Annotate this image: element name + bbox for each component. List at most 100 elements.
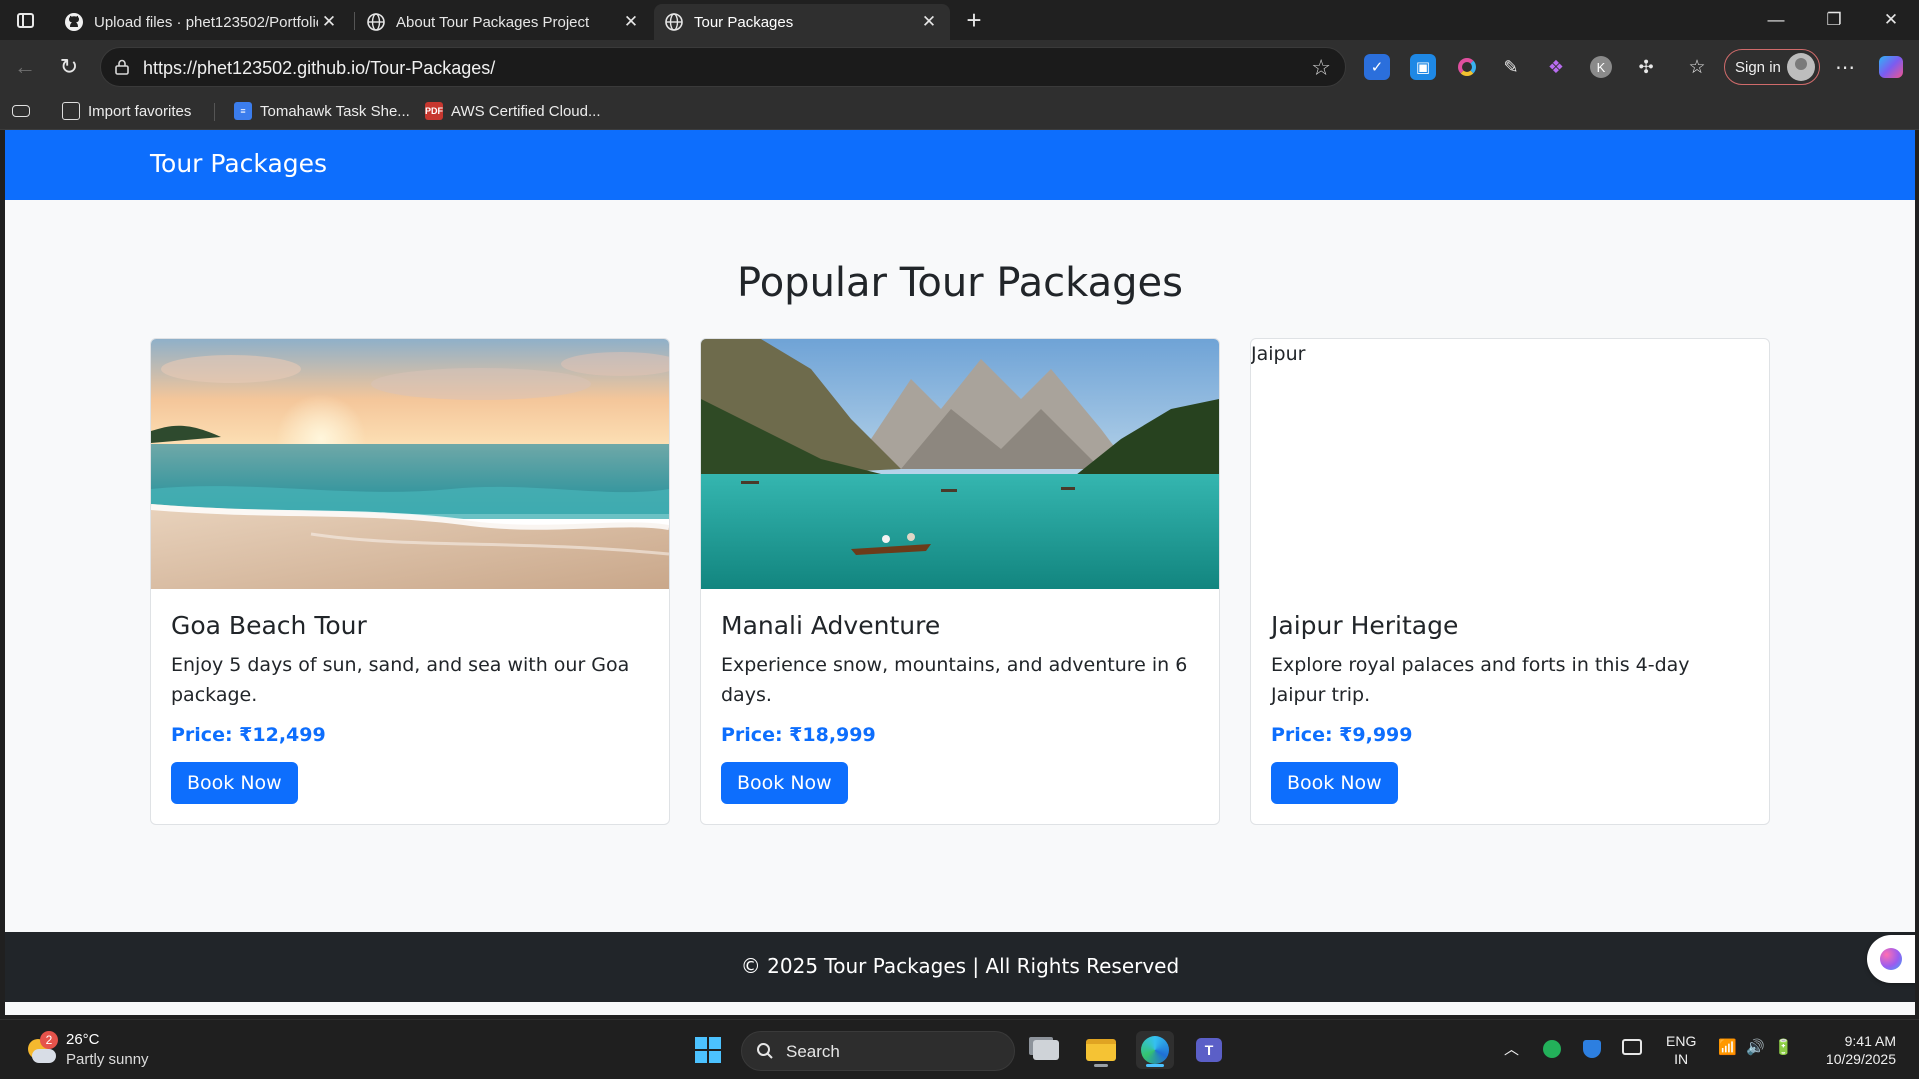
import-icon — [62, 102, 80, 120]
shopping-extension-icon[interactable]: ▣ — [1410, 54, 1436, 80]
favorites-separator — [214, 103, 215, 121]
book-now-button[interactable]: Book Now — [1271, 762, 1398, 804]
page-title: Popular Tour Packages — [737, 260, 1183, 306]
battery-icon[interactable]: 🔋 — [1774, 1038, 1793, 1056]
page-viewport: Tour Packages Popular Tour Packages Goa … — [5, 130, 1915, 1015]
image-alt-text: Jaipur — [1251, 343, 1306, 365]
copilot-sidebar-icon[interactable] — [1867, 935, 1915, 983]
broken-image: Jaipur — [1251, 339, 1769, 589]
favorite-label: Import favorites — [88, 102, 192, 120]
beach-sunset-image — [151, 339, 669, 589]
site-brand-link[interactable]: Tour Packages — [150, 149, 327, 178]
volume-icon[interactable]: 🔊 — [1746, 1038, 1765, 1056]
todo-extension-icon[interactable]: ✓ — [1364, 54, 1390, 80]
start-windows-icon[interactable] — [689, 1031, 727, 1069]
file-explorer-icon[interactable] — [1082, 1031, 1120, 1069]
new-tab-button[interactable]: + — [958, 5, 990, 35]
refresh-icon[interactable]: ↻ — [54, 52, 84, 82]
card-title: Jaipur Heritage — [1271, 611, 1459, 640]
card-description: Experience snow, mountains, and adventur… — [721, 654, 1188, 706]
mountain-lake-image — [701, 339, 1219, 589]
favorites-bar: Import favorites ≡ Tomahawk Task She... … — [0, 92, 1919, 130]
system-clock[interactable]: 9:41 AM 10/29/2025 — [1814, 1032, 1896, 1068]
language-code: ENG — [1666, 1033, 1697, 1049]
weather-widget[interactable]: 2 26°C Partly sunny — [26, 1030, 149, 1070]
card-description: Explore royal palaces and forts in this … — [1271, 654, 1690, 706]
wifi-icon[interactable]: 📶 — [1718, 1038, 1737, 1056]
edge-browser-icon[interactable] — [1136, 1031, 1174, 1069]
globe-icon — [665, 13, 683, 31]
book-now-button[interactable]: Book Now — [721, 762, 848, 804]
footer-copyright: © 2025 Tour Packages | All Rights Reserv… — [740, 954, 1180, 978]
github-icon — [65, 13, 83, 31]
globe-icon — [367, 13, 385, 31]
docs-icon: ≡ — [234, 102, 252, 120]
eyedropper-extension-icon[interactable]: ✎ — [1498, 54, 1524, 80]
card-price: Price: ₹12,499 — [171, 724, 326, 746]
clock-date: 10/29/2025 — [1825, 1051, 1896, 1067]
url-text: https://phet123502.github.io/Tour-Packag… — [143, 58, 496, 78]
extensions-puzzle-icon[interactable]: ✣ — [1633, 54, 1659, 80]
sign-in-label: Sign in — [1735, 58, 1781, 76]
language-indicator[interactable]: ENG IN — [1666, 1032, 1696, 1068]
tab-upload-files[interactable]: Upload files · phet123502/Portfolio ✕ — [54, 4, 350, 40]
avatar — [1787, 53, 1815, 81]
tour-card-jaipur: Jaipur Jaipur Heritage Explore royal pal… — [1250, 338, 1770, 825]
profile-k-extension-icon[interactable]: K — [1588, 54, 1614, 80]
weather-condition: Partly sunny — [66, 1051, 149, 1068]
weather-badge: 2 — [40, 1031, 58, 1049]
language-region: IN — [1674, 1051, 1689, 1067]
tab-title: Tour Packages — [694, 13, 794, 31]
defender-shield-icon[interactable] — [1583, 1040, 1601, 1058]
browser-toolbar: ← ↻ https://phet123502.github.io/Tour-Pa… — [0, 40, 1919, 92]
favorite-tomahawk[interactable]: ≡ Tomahawk Task She... — [234, 99, 410, 123]
close-tab-icon[interactable]: ✕ — [620, 11, 642, 33]
tab-separator — [354, 12, 355, 30]
green-app-tray-icon[interactable] — [1543, 1040, 1561, 1058]
address-bar[interactable]: https://phet123502.github.io/Tour-Packag… — [100, 47, 1346, 87]
close-tab-icon[interactable]: ✕ — [918, 11, 940, 33]
tab-about-project[interactable]: About Tour Packages Project ✕ — [356, 4, 652, 40]
more-options-icon[interactable]: ⋯ — [1832, 54, 1858, 80]
site-navbar: Tour Packages — [5, 130, 1915, 200]
site-info-icon[interactable] — [113, 58, 131, 76]
task-view-icon[interactable] — [1027, 1031, 1065, 1069]
weather-temp: 26°C — [66, 1031, 100, 1048]
favorite-label: AWS Certified Cloud... — [451, 102, 601, 120]
pdf-icon: PDF — [425, 102, 443, 120]
card-title: Goa Beach Tour — [171, 611, 367, 640]
tablet-mode-icon[interactable] — [1622, 1039, 1642, 1055]
teams-icon[interactable]: T — [1190, 1031, 1228, 1069]
favorite-aws[interactable]: PDF AWS Certified Cloud... — [425, 99, 601, 123]
running-indicator — [1094, 1064, 1108, 1067]
card-title: Manali Adventure — [721, 611, 941, 640]
partly-sunny-icon: 2 — [26, 1031, 58, 1065]
tour-card-goa: Goa Beach Tour Enjoy 5 days of sun, sand… — [150, 338, 670, 825]
tab-actions-icon[interactable] — [12, 9, 38, 31]
book-now-button[interactable]: Book Now — [171, 762, 298, 804]
windows-taskbar: 2 26°C Partly sunny Search T ︿ ENG IN 📶 … — [0, 1019, 1919, 1079]
tab-title: About Tour Packages Project — [396, 13, 590, 31]
site-footer: © 2025 Tour Packages | All Rights Reserv… — [5, 932, 1915, 1002]
show-hidden-icons-chevron-icon[interactable]: ︿ — [1504, 1038, 1519, 1059]
favorite-star-icon[interactable]: ☆ — [1311, 55, 1331, 81]
taskbar-search-box[interactable]: Search — [741, 1031, 1015, 1071]
card-price: Price: ₹9,999 — [1271, 724, 1413, 746]
close-window-icon[interactable]: ✕ — [1863, 6, 1919, 34]
favorite-import[interactable]: Import favorites — [62, 99, 191, 123]
sign-in-button[interactable]: Sign in — [1724, 49, 1820, 85]
favorites-menu-icon[interactable] — [12, 99, 30, 123]
favorites-icon[interactable]: ☆ — [1684, 54, 1710, 80]
card-description: Enjoy 5 days of sun, sand, and sea with … — [171, 654, 630, 706]
tab-tour-packages[interactable]: Tour Packages ✕ — [654, 4, 950, 40]
browser-tab-bar: Upload files · phet123502/Portfolio ✕ Ab… — [0, 0, 1919, 40]
copilot-extension-icon[interactable]: ❖ — [1543, 54, 1569, 80]
restore-icon[interactable]: ❐ — [1806, 6, 1862, 34]
minimize-icon[interactable]: — — [1748, 6, 1804, 34]
search-icon — [757, 1043, 773, 1059]
color-extension-icon[interactable] — [1454, 54, 1480, 80]
back-arrow-icon[interactable]: ← — [10, 52, 40, 82]
copilot-icon[interactable] — [1878, 54, 1904, 80]
tab-title: Upload files · phet123502/Portfolio — [94, 13, 318, 31]
close-tab-icon[interactable]: ✕ — [318, 11, 340, 33]
